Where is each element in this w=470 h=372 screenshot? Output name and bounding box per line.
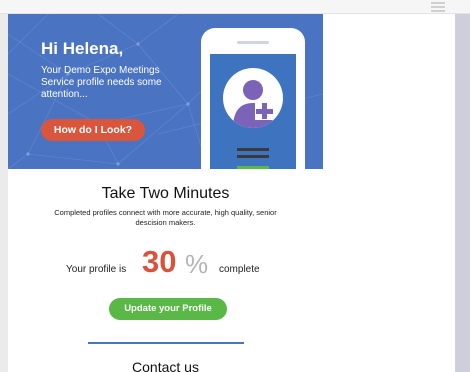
right-blank-pane [323, 14, 455, 372]
contact-heading: Contact us [132, 359, 199, 372]
section-title: Take Two Minutes [101, 185, 230, 202]
section-divider [88, 342, 244, 344]
progress-suffix: complete [219, 264, 260, 275]
section-subtitle: Completed profiles connect with more acc… [54, 208, 277, 227]
progress-prefix: Your profile is [66, 264, 127, 275]
hero-message: Your Demo Expo Meetings Service profile … [41, 65, 191, 101]
hero-message-line: attention... [41, 89, 88, 100]
top-toolbar [0, 0, 470, 14]
phone-illustration [201, 28, 305, 169]
right-scroll-strip[interactable] [455, 14, 470, 372]
add-user-icon [223, 68, 283, 128]
hero-message-line: Your Demo Expo Meetings [41, 65, 160, 76]
hero-greeting: Hi Helena, [41, 39, 124, 58]
profile-progress: Your profile is 30 % complete [8, 244, 323, 280]
progress-value: 30 [142, 244, 177, 279]
phone-text-lines [237, 148, 269, 162]
update-profile-button[interactable]: Update your Profile [109, 298, 227, 320]
hamburger-menu-icon[interactable] [431, 2, 445, 12]
phone-green-button [237, 166, 269, 169]
email-body: Hi Helena, Your Demo Expo Meetings Servi… [8, 14, 323, 372]
phone-screen [210, 54, 296, 169]
phone-speaker [237, 41, 269, 44]
how-do-i-look-button[interactable]: How do I Look? [41, 119, 145, 141]
hero-banner: Hi Helena, Your Demo Expo Meetings Servi… [8, 14, 323, 169]
progress-percent-sign: % [185, 249, 209, 279]
left-gutter [0, 14, 8, 372]
hero-message-line: Service profile needs some [41, 77, 162, 88]
